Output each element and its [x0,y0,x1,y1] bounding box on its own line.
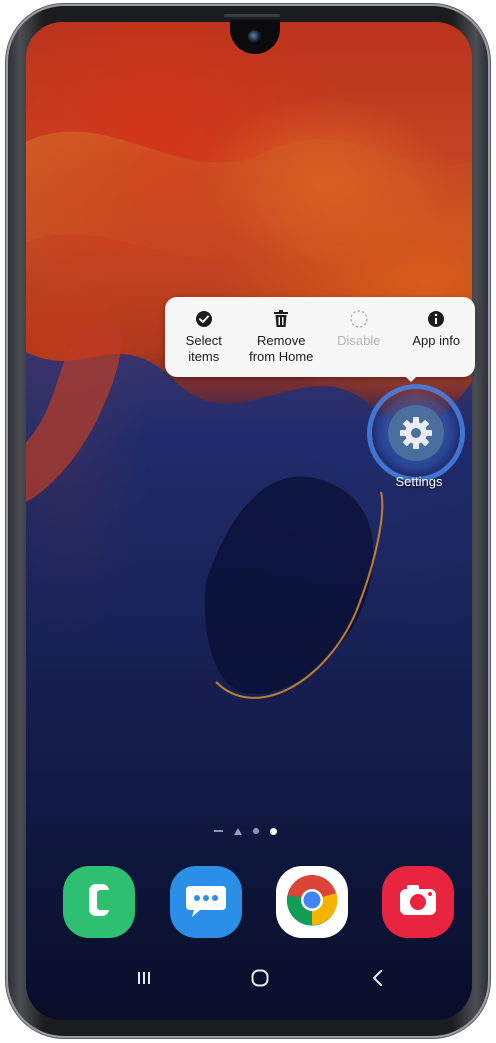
gear-icon [388,405,444,461]
earpiece-speaker [224,14,280,17]
navigation-bar [26,955,472,1007]
select-items-label: Select items [185,333,222,364]
settings-app-icon[interactable]: Settings [364,376,474,496]
app-info-label: App info [412,333,461,348]
trash-icon [271,309,291,329]
app-info-option[interactable]: App info [398,297,476,349]
recents-icon [136,970,152,991]
page-dot [253,828,259,834]
remove-from-home-option[interactable]: Remove from Home [243,297,321,365]
disable-label: Disable [337,333,381,348]
select-items-option[interactable]: Select items [165,297,243,365]
app-options-popup: Select items Remove from Home Disable Ap… [165,297,475,377]
phone-app[interactable] [63,866,135,938]
camera-icon [397,883,439,922]
chrome-app[interactable] [276,866,348,938]
front-camera [248,30,262,44]
messages-app[interactable] [170,866,242,938]
home-page-marker [234,827,242,835]
page-indicator[interactable] [214,825,277,837]
phone-icon [82,880,116,925]
camera-app[interactable] [382,866,454,938]
page-indicator-left [214,830,223,832]
check-circle-icon [194,309,214,329]
dashed-circle-icon [349,309,369,329]
back-icon [371,969,385,992]
recents-button[interactable] [124,965,164,995]
chrome-icon [285,873,339,932]
home-icon [250,968,270,993]
disable-option: Disable [320,297,398,349]
back-button[interactable] [358,965,398,995]
home-button[interactable] [240,965,280,995]
message-icon [184,880,228,925]
page-dot-active [270,827,277,835]
remove-from-home-label: Remove from Home [249,333,314,364]
info-icon [426,309,446,329]
settings-app-label: Settings [395,474,443,489]
